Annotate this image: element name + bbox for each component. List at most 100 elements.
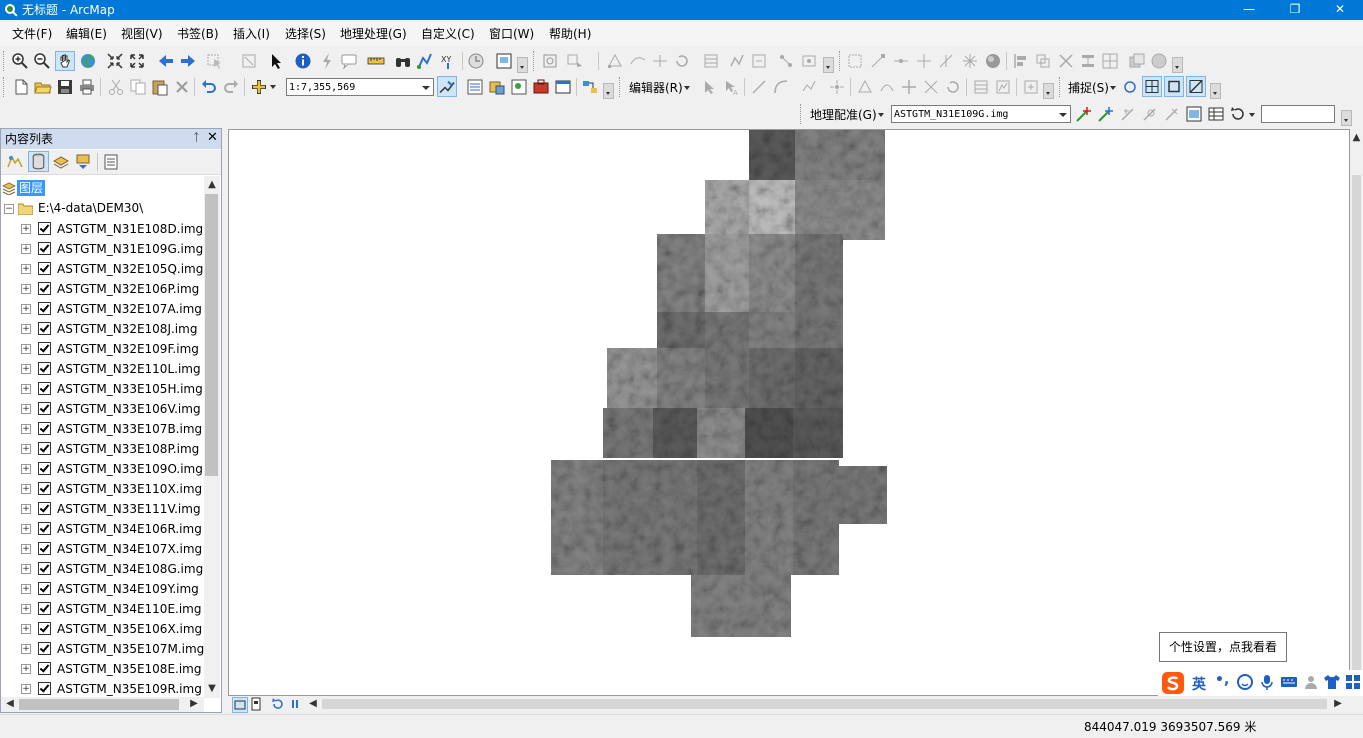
graphics-stack-icon[interactable] bbox=[1128, 52, 1146, 70]
add-data-dropdown-arrow[interactable] bbox=[270, 85, 276, 89]
layer-name-label[interactable]: ASTGTM_N34E107X.img bbox=[57, 542, 202, 556]
layer-row[interactable]: + ASTGTM_N31E108D.img bbox=[1, 219, 204, 239]
pin-icon[interactable]: ᛏ bbox=[193, 131, 200, 144]
layer-name-label[interactable]: ASTGTM_N31E109G.img bbox=[57, 242, 203, 256]
layer-visibility-checkbox[interactable] bbox=[38, 422, 51, 435]
georeferencing-menu-label[interactable]: 地理配准(G) bbox=[810, 108, 877, 122]
expand-toggle[interactable]: + bbox=[21, 484, 31, 494]
point-snapping-icon[interactable] bbox=[1121, 78, 1139, 96]
layer-name-label[interactable]: ASTGTM_N34E106R.img bbox=[57, 522, 202, 536]
split-line-icon[interactable] bbox=[922, 78, 940, 96]
snap-tangent-icon[interactable] bbox=[937, 52, 955, 70]
ime-punctuation-label[interactable]: •, bbox=[1215, 672, 1229, 688]
list-by-source-icon[interactable] bbox=[28, 151, 49, 172]
toolbar-grip[interactable] bbox=[839, 51, 843, 71]
layer-visibility-checkbox[interactable] bbox=[38, 622, 51, 635]
time-slider-icon[interactable] bbox=[467, 52, 485, 70]
toc-vertical-scrollbar[interactable]: ▲ ▼ bbox=[204, 176, 220, 698]
expand-toggle[interactable]: + bbox=[21, 304, 31, 314]
scroll-thumb[interactable] bbox=[205, 194, 218, 476]
clear-selection-icon[interactable] bbox=[240, 52, 258, 70]
layer-name-label[interactable]: ASTGTM_N34E109Y.img bbox=[57, 582, 199, 596]
scroll-right-arrow[interactable]: ▶ bbox=[1331, 697, 1345, 711]
layer-row[interactable]: + ASTGTM_N35E107M.img bbox=[1, 639, 204, 659]
menu-geoprocessing[interactable]: 地理处理(G) bbox=[340, 27, 407, 41]
layer-visibility-checkbox[interactable] bbox=[38, 602, 51, 615]
layer-name-label[interactable]: ASTGTM_N33E107B.img bbox=[57, 422, 202, 436]
point-icon[interactable] bbox=[828, 78, 846, 96]
layer-visibility-checkbox[interactable] bbox=[38, 242, 51, 255]
expand-toggle[interactable]: + bbox=[21, 684, 31, 694]
toolbar-overflow-button[interactable] bbox=[1210, 83, 1221, 99]
paste-clipboard-icon[interactable] bbox=[151, 78, 169, 96]
list-by-visibility-icon[interactable] bbox=[52, 153, 70, 171]
layer-row[interactable]: + ASTGTM_N34E108G.img bbox=[1, 559, 204, 579]
select-elements-arrow-icon[interactable] bbox=[268, 52, 286, 70]
data-view-icon[interactable] bbox=[232, 697, 248, 713]
layer-row[interactable]: + ASTGTM_N33E105H.img bbox=[1, 379, 204, 399]
layer-name-label[interactable]: ASTGTM_N33E108P.img bbox=[57, 442, 199, 456]
toolbar-grip[interactable] bbox=[800, 104, 804, 124]
find-binoculars-icon[interactable] bbox=[394, 52, 412, 70]
list-by-drawing-order-icon[interactable] bbox=[6, 153, 24, 171]
toolbar-grip[interactable] bbox=[3, 77, 7, 97]
edit-vertices-icon[interactable] bbox=[606, 52, 624, 70]
scroll-left-arrow[interactable]: ◀ bbox=[306, 697, 320, 711]
table-of-contents-icon[interactable] bbox=[466, 78, 484, 96]
expand-toggle[interactable]: + bbox=[21, 344, 31, 354]
fixed-zoom-in-icon[interactable] bbox=[106, 52, 124, 70]
map-vertical-scrollbar[interactable]: ▲ bbox=[1350, 129, 1363, 696]
layer-row[interactable]: + ASTGTM_N31E109G.img bbox=[1, 239, 204, 259]
new-document-icon[interactable] bbox=[12, 78, 30, 96]
layer-name-label[interactable]: ASTGTM_N32E108J.img bbox=[57, 322, 197, 336]
microphone-icon[interactable] bbox=[1258, 673, 1276, 691]
model-builder-icon[interactable] bbox=[581, 78, 599, 96]
python-window-icon[interactable] bbox=[554, 78, 572, 96]
toolbar-overflow-button[interactable] bbox=[603, 83, 614, 99]
layer-visibility-checkbox[interactable] bbox=[38, 662, 51, 675]
editor-menu-label[interactable]: 编辑器(R) bbox=[629, 81, 683, 95]
scroll-right-arrow[interactable]: ▶ bbox=[187, 697, 201, 711]
georef-value-input[interactable] bbox=[1261, 105, 1335, 123]
toolbar-grip[interactable] bbox=[619, 77, 623, 97]
expand-toggle[interactable]: + bbox=[21, 384, 31, 394]
layer-row[interactable]: + ASTGTM_N35E109R.img bbox=[1, 679, 204, 698]
toolbar-overflow-button[interactable] bbox=[1172, 57, 1183, 73]
layout-zoom-icon[interactable] bbox=[541, 52, 559, 70]
cut-polygon-icon[interactable] bbox=[900, 78, 918, 96]
redo-icon[interactable] bbox=[222, 78, 240, 96]
layer-row[interactable]: + ASTGTM_N34E109Y.img bbox=[1, 579, 204, 599]
group-icon[interactable] bbox=[1034, 52, 1052, 70]
layer-visibility-checkbox[interactable] bbox=[38, 562, 51, 575]
sketch-properties-icon[interactable] bbox=[994, 78, 1012, 96]
delete-x-icon[interactable] bbox=[173, 78, 191, 96]
scroll-thumb[interactable] bbox=[1352, 175, 1361, 678]
layer-name-label[interactable]: ASTGTM_N35E107M.img bbox=[57, 642, 204, 656]
snap-end-icon[interactable] bbox=[869, 52, 887, 70]
layer-name-label[interactable]: ASTGTM_N33E109O.img bbox=[57, 462, 203, 476]
save-disk-icon[interactable] bbox=[56, 78, 74, 96]
add-control-points-icon[interactable] bbox=[1075, 105, 1093, 123]
expand-toggle[interactable]: + bbox=[21, 604, 31, 614]
layer-row[interactable]: + ASTGTM_N34E107X.img bbox=[1, 539, 204, 559]
layer-visibility-checkbox[interactable] bbox=[38, 502, 51, 515]
layer-visibility-checkbox[interactable] bbox=[38, 282, 51, 295]
select-features-icon[interactable] bbox=[206, 52, 224, 70]
toolbar-overflow-button[interactable] bbox=[1341, 110, 1352, 126]
layer-row[interactable]: + ASTGTM_N34E110E.img bbox=[1, 599, 204, 619]
reshape-icon[interactable] bbox=[629, 52, 647, 70]
snapping-menu-label[interactable]: 捕捉(S) bbox=[1068, 81, 1109, 95]
edit-vertices-icon[interactable] bbox=[856, 78, 874, 96]
layer-name-label[interactable]: ASTGTM_N32E105Q.img bbox=[57, 262, 203, 276]
rotate-tool-icon[interactable] bbox=[673, 52, 691, 70]
viewer-window-icon[interactable] bbox=[495, 52, 513, 70]
scroll-left-arrow[interactable]: ◀ bbox=[3, 697, 17, 711]
toc-horizontal-scrollbar[interactable]: ◀ ▶ bbox=[1, 697, 204, 712]
expand-toggle[interactable]: + bbox=[21, 444, 31, 454]
scroll-down-arrow[interactable]: ▼ bbox=[205, 682, 219, 696]
undo-icon[interactable] bbox=[200, 78, 218, 96]
toolbar-overflow-button[interactable] bbox=[1043, 83, 1054, 99]
trace-icon[interactable] bbox=[800, 78, 818, 96]
viewer-icon[interactable] bbox=[1185, 105, 1203, 123]
expand-toggle[interactable]: + bbox=[21, 644, 31, 654]
